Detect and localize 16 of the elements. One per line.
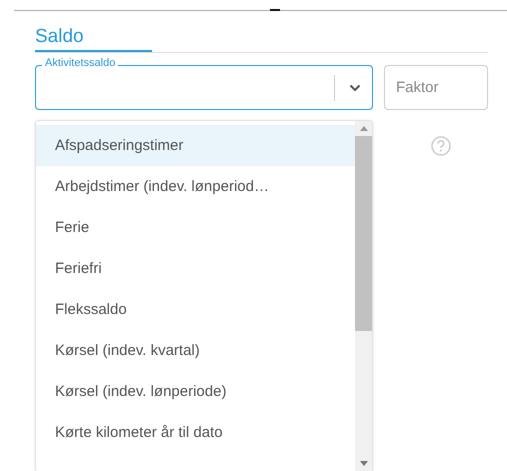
dropdown-option[interactable]: Kørsel (indev. lønperiode): [36, 371, 355, 412]
dropdown-option[interactable]: Kørsel (indev. kvartal): [36, 330, 355, 371]
dropdown-option[interactable]: Afspadseringstimer: [36, 125, 355, 166]
help-icon[interactable]: [431, 136, 451, 156]
dash-mark: [270, 9, 280, 11]
chevron-down-icon[interactable]: [349, 84, 361, 92]
scrollbar[interactable]: [355, 121, 372, 471]
scroll-up-icon[interactable]: [360, 126, 368, 131]
dropdown-option[interactable]: Kørte kilometer år til dato: [36, 412, 355, 453]
factor-field[interactable]: Faktor: [384, 65, 488, 110]
scroll-down-icon[interactable]: [360, 461, 368, 466]
dropdown-option[interactable]: Arbejdstimer (indev. lønperiod…: [36, 166, 355, 207]
dropdown-option[interactable]: Flekssaldo: [36, 289, 355, 330]
dropdown-option[interactable]: Ferie: [36, 207, 355, 248]
section-title: Saldo: [35, 26, 152, 52]
dropdown-option[interactable]: Feriefri: [36, 248, 355, 289]
